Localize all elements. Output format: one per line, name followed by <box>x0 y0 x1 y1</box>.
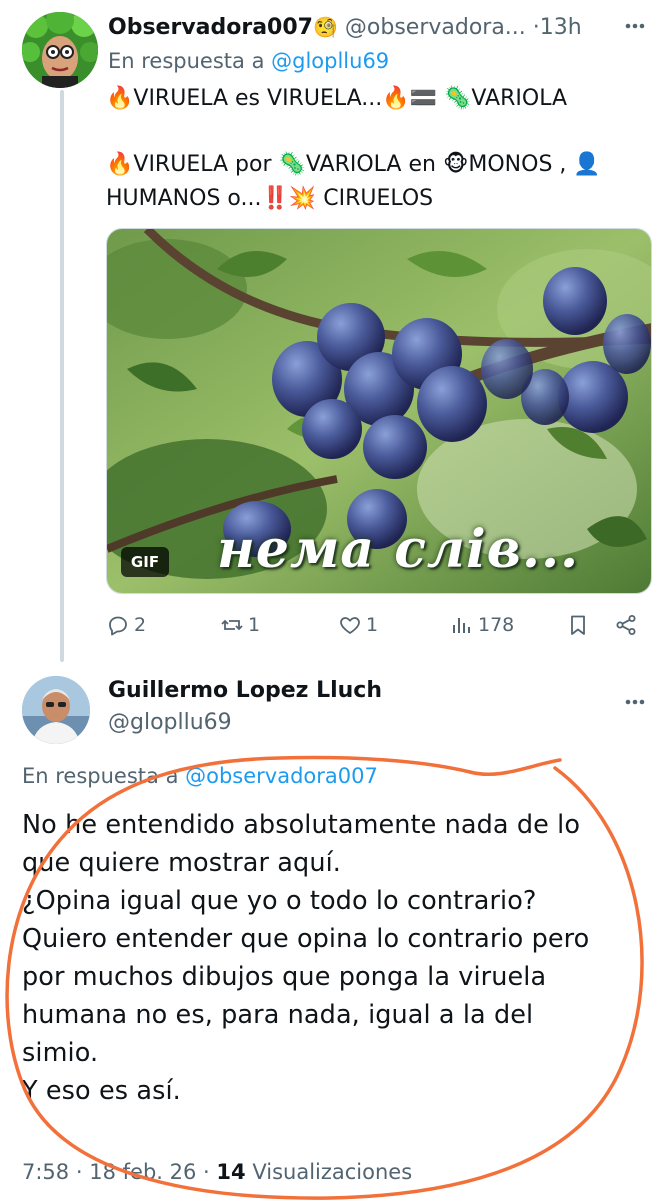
repost-count: 1 <box>248 614 261 636</box>
author-name[interactable]: Observadora007 <box>108 15 313 40</box>
tweet-text-line: humana no es, para nada, igual a la del <box>22 1000 534 1030</box>
tweet-text-line: Quiero entender que opina lo contrario p… <box>22 924 590 954</box>
share-icon <box>616 615 636 635</box>
thread-connector-line <box>60 90 64 662</box>
like-count: 1 <box>366 614 379 636</box>
reply-context: En respuesta a @glopllu69 <box>108 46 389 76</box>
more-dots-icon <box>625 699 645 705</box>
avatar-photo <box>22 676 90 744</box>
tweet-text-line: 🔥VIRUELA es VIRUELA...🔥🟰 🦠VARIOLA <box>106 86 568 111</box>
more-options-icon[interactable] <box>620 690 650 714</box>
reply-context: En respuesta a @observadora007 <box>22 760 378 792</box>
tweet2-body: No he entendido absolutamente nada de lo… <box>22 806 662 1110</box>
reply-prefix: En respuesta a <box>22 764 179 788</box>
author-handle[interactable]: @glopllu69 <box>108 708 232 738</box>
tweet-text-line: simio. <box>22 1038 99 1068</box>
more-dots-icon <box>625 23 645 29</box>
post-date[interactable]: 18 feb. 26 <box>89 1160 196 1184</box>
bookmark-button[interactable] <box>566 608 590 642</box>
like-button[interactable]: 1 <box>338 608 378 642</box>
tweet-timestamp[interactable]: 13h <box>540 15 582 40</box>
gif-media[interactable]: нема слів... GIF <box>106 228 652 594</box>
avatar-guillermo-lopez-lluch[interactable] <box>22 676 90 744</box>
reply-handle-link[interactable]: @observadora007 <box>185 764 378 788</box>
author-name[interactable]: Guillermo Lopez Lluch <box>108 676 382 706</box>
tweet1-body: 🔥VIRUELA es VIRUELA...🔥🟰 🦠VARIOLA 🔥VIRUE… <box>106 82 666 216</box>
avatar-observadora007[interactable] <box>22 12 98 88</box>
bookmark-icon <box>571 615 585 635</box>
tweet-text-line: por muchos dibujos que ponga la viruela <box>22 962 547 992</box>
more-options-icon[interactable] <box>620 14 650 38</box>
avatar-illustration <box>22 12 98 88</box>
reply-icon <box>109 616 127 636</box>
tweet1-header: Observadora007🧐 @observadora... ·13h <box>108 12 608 42</box>
view-count: 14 <box>216 1160 246 1184</box>
tweet-text-line: HUMANOS o...‼️💥 CIRUELOS <box>106 186 434 211</box>
tweet-text-line: que quiere mostrar aquí. <box>22 848 341 878</box>
repost-button[interactable]: 1 <box>220 608 260 642</box>
tweet2-metadata: 7:58 · 18 feb. 26 · 14 Visualizaciones <box>22 1156 412 1188</box>
reply-count: 2 <box>134 614 147 636</box>
author-emoji: 🧐 <box>312 15 338 39</box>
views-label: Visualizaciones <box>252 1160 413 1184</box>
repost-icon <box>221 619 243 631</box>
header-separator: · <box>532 15 540 40</box>
reply-handle-link[interactable]: @glopllu69 <box>271 49 389 73</box>
share-button[interactable] <box>614 608 638 642</box>
tweet-text-line: ¿Opina igual que yo o todo lo contrario? <box>22 886 537 916</box>
view-count: 178 <box>478 614 515 636</box>
reply-prefix: En respuesta a <box>108 49 265 73</box>
views-button[interactable]: 178 <box>450 608 514 642</box>
meta-separator: · <box>75 1160 83 1184</box>
gif-caption: нема слів... <box>217 519 580 580</box>
author-handle[interactable]: @observadora... <box>345 15 526 40</box>
reply-button[interactable]: 2 <box>106 608 146 642</box>
meta-separator: · <box>203 1160 210 1184</box>
analytics-icon <box>453 618 470 633</box>
tweet-text-line: 🔥VIRUELA por 🦠VARIOLA en 🐵MONOS , 👤 <box>106 152 601 177</box>
gif-badge: GIF <box>121 547 169 577</box>
tweet1-action-bar: 2 1 1 178 <box>106 608 652 642</box>
tweet-text-line: No he entendido absolutamente nada de lo <box>22 810 581 840</box>
tweet-text-line: Y eso es así. <box>22 1076 181 1106</box>
post-time[interactable]: 7:58 <box>22 1160 69 1184</box>
heart-icon <box>340 617 360 634</box>
